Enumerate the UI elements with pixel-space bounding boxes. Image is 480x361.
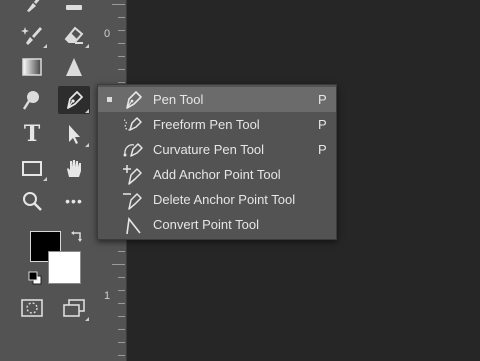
sparkle-brush-icon bbox=[21, 27, 42, 45]
eraser-icon bbox=[66, 5, 82, 10]
menu-item-shortcut: P bbox=[318, 142, 327, 157]
submenu-indicator bbox=[85, 143, 89, 147]
dodge-tool[interactable] bbox=[16, 86, 48, 114]
type-icon: T bbox=[23, 121, 41, 147]
more-tools[interactable]: ••• bbox=[58, 187, 90, 215]
gradient-icon bbox=[22, 58, 42, 76]
pen-tool[interactable] bbox=[58, 86, 90, 114]
magnifier-icon bbox=[23, 192, 42, 211]
ruler-tick bbox=[118, 82, 125, 83]
ruler-tick bbox=[112, 4, 125, 5]
quick-mask-button[interactable] bbox=[16, 294, 48, 322]
ruler-tick bbox=[118, 30, 125, 31]
ruler-tick bbox=[112, 264, 125, 265]
clone-stamp-tool[interactable] bbox=[16, 21, 48, 49]
submenu-indicator bbox=[85, 317, 89, 321]
ruler-tick bbox=[118, 355, 125, 356]
ruler-tick bbox=[118, 277, 125, 278]
eraser-tool[interactable] bbox=[58, 0, 90, 16]
dodge-icon bbox=[22, 91, 39, 110]
blur-tool[interactable] bbox=[58, 53, 90, 81]
menu-item-add-anchor-point-tool[interactable]: Add Anchor Point Tool bbox=[98, 162, 336, 187]
submenu-indicator bbox=[43, 44, 47, 48]
menu-item-pen-tool[interactable]: Pen Tool P bbox=[98, 87, 336, 112]
menu-item-shortcut: P bbox=[318, 117, 327, 132]
default-colors-icon[interactable] bbox=[28, 271, 42, 285]
ruler-tick bbox=[118, 342, 125, 343]
eraser-tool-2[interactable] bbox=[58, 21, 90, 49]
swap-colors-icon[interactable] bbox=[70, 230, 84, 244]
menu-item-label: Pen Tool bbox=[153, 92, 204, 107]
path-selection-tool[interactable] bbox=[58, 120, 90, 148]
rectangle-icon bbox=[22, 161, 42, 176]
convert-point-icon bbox=[126, 217, 141, 235]
ruler-tick bbox=[118, 316, 125, 317]
zoom-tool[interactable] bbox=[16, 187, 48, 215]
ruler-tick bbox=[118, 303, 125, 304]
tools-panel: T ••• bbox=[0, 0, 100, 361]
menu-item-label: Curvature Pen Tool bbox=[153, 142, 265, 157]
ruler-tick bbox=[118, 69, 125, 70]
hand-tool[interactable] bbox=[58, 154, 90, 182]
menu-item-label: Convert Point Tool bbox=[153, 217, 259, 232]
ruler-tick bbox=[118, 251, 125, 252]
brush-tool[interactable] bbox=[18, 0, 50, 16]
hand-icon bbox=[67, 160, 81, 177]
screen-mode-icon bbox=[63, 299, 85, 317]
menu-item-label: Delete Anchor Point Tool bbox=[153, 192, 296, 207]
background-color-swatch[interactable] bbox=[48, 251, 81, 284]
submenu-indicator bbox=[85, 44, 89, 48]
ruler-tick bbox=[118, 56, 125, 57]
triangle-icon bbox=[66, 58, 82, 76]
ruler-label: 1 bbox=[104, 290, 111, 302]
ruler-label: 0 bbox=[104, 28, 111, 40]
ruler-tick bbox=[118, 17, 125, 18]
menu-item-curvature-pen-tool[interactable]: Curvature Pen Tool P bbox=[98, 137, 336, 162]
ellipsis-icon: ••• bbox=[65, 193, 83, 209]
menu-item-label: Freeform Pen Tool bbox=[153, 117, 260, 132]
pen-tool-flyout-menu: Pen Tool P Freeform Pen Tool P Curvature… bbox=[97, 84, 337, 240]
menu-item-delete-anchor-point-tool[interactable]: Delete Anchor Point Tool bbox=[98, 187, 336, 212]
eraser-icon bbox=[64, 26, 84, 44]
freeform-pen-icon bbox=[123, 117, 142, 131]
submenu-indicator bbox=[85, 109, 89, 113]
curvature-pen-icon bbox=[123, 143, 143, 157]
add-anchor-icon bbox=[123, 165, 142, 185]
pen-icon bbox=[126, 91, 142, 109]
menu-item-shortcut: P bbox=[318, 92, 327, 107]
pen-icon bbox=[67, 91, 83, 109]
active-tool-indicator bbox=[107, 97, 112, 102]
ruler-tick bbox=[118, 329, 125, 330]
screen-mode-button[interactable] bbox=[58, 294, 90, 322]
ruler-tick bbox=[118, 43, 125, 44]
brush-icon bbox=[27, 0, 40, 12]
menu-item-label: Add Anchor Point Tool bbox=[153, 167, 281, 182]
submenu-indicator bbox=[43, 177, 47, 181]
gradient-tool[interactable] bbox=[16, 53, 48, 81]
arrow-icon bbox=[69, 125, 80, 144]
rectangle-tool[interactable] bbox=[16, 154, 48, 182]
type-tool[interactable]: T bbox=[16, 120, 48, 148]
menu-item-freeform-pen-tool[interactable]: Freeform Pen Tool P bbox=[98, 112, 336, 137]
ruler-tick bbox=[118, 290, 125, 291]
delete-anchor-icon bbox=[123, 193, 142, 210]
quick-mask-icon bbox=[21, 299, 43, 317]
menu-item-convert-point-tool[interactable]: Convert Point Tool bbox=[98, 212, 336, 237]
